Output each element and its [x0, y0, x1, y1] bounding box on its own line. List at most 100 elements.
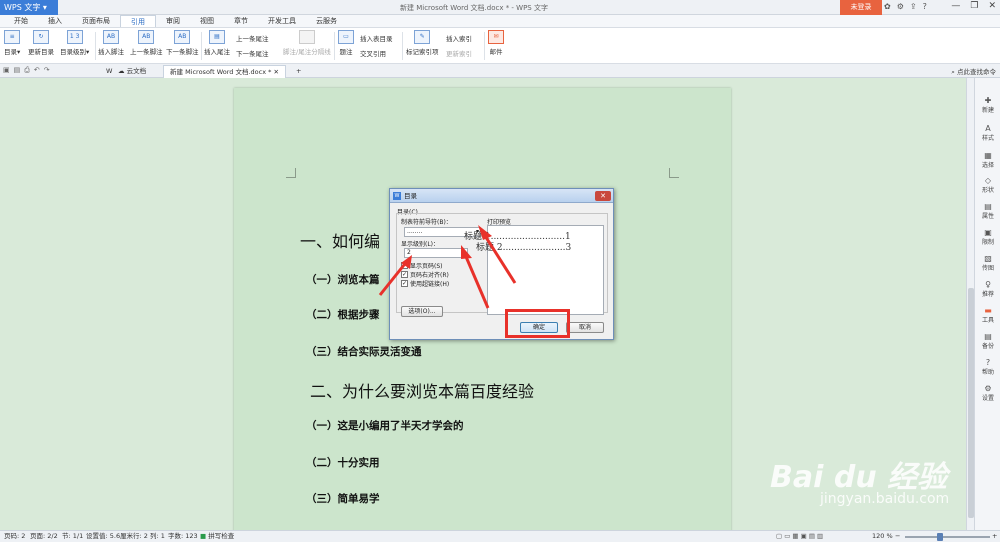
watermark-url: jingyan.baidu.com: [820, 491, 950, 507]
find-command-box[interactable]: ⌕ 点此查找命令: [951, 66, 996, 77]
heading-2: （三）简单易学: [306, 493, 380, 505]
mail-icon: ✉: [488, 30, 504, 44]
caption-button[interactable]: ▭ 题注: [338, 30, 354, 56]
tab-references[interactable]: 引用: [120, 15, 156, 27]
separator-button[interactable]: 脚注/尾注分隔线: [283, 30, 331, 56]
share-icon[interactable]: ⇪: [910, 2, 917, 11]
preview-line-2: 标题 2......................3: [476, 243, 572, 253]
page-corner-mark: [286, 168, 296, 178]
gear-icon: ⚙: [984, 384, 992, 393]
tab-review[interactable]: 审阅: [156, 15, 190, 27]
toc-button[interactable]: ≡ 目录▾: [4, 30, 20, 56]
sidebar-item-tools[interactable]: ▬ 工具: [975, 306, 1000, 324]
mail-button[interactable]: ✉ 邮件: [488, 30, 504, 56]
zoom-slider[interactable]: [905, 536, 990, 538]
minimize-icon[interactable]: —: [951, 1, 960, 11]
heading-2: （一）浏览本篇: [306, 274, 380, 286]
leader-label: 制表符前导符(B)：: [401, 219, 452, 226]
update-index-button[interactable]: 更新索引: [446, 48, 472, 58]
dialog-close-button[interactable]: ✕: [595, 191, 611, 201]
help-icon[interactable]: ?: [923, 2, 927, 11]
zoom-out-icon[interactable]: −: [895, 531, 900, 542]
cancel-button[interactable]: 取消: [566, 322, 604, 333]
spinner-icon: ⇕: [460, 249, 466, 256]
prev-footnote-button[interactable]: AB 上一条脚注: [130, 30, 163, 56]
hyperlink-checkbox[interactable]: ✓ 使用超链接(H): [401, 279, 449, 288]
mark-index-button[interactable]: ✎ 标记索引项: [406, 30, 439, 56]
toc-dialog: W 目录 ✕ 目录(C) 制表符前导符(B)： ........ ▾ 打印预览 标…: [389, 188, 614, 340]
new-tab-button[interactable]: +: [290, 65, 307, 78]
sidebar-item-new[interactable]: ✚ 新建: [975, 96, 1000, 114]
document-tab-bar: ▣ ▤ ⎙ ↶ ↷ W ☁ 云文档 新建 Microsoft Word 文档.d…: [0, 64, 1000, 78]
insert-index-button[interactable]: 插入索引: [446, 33, 472, 43]
maximize-icon[interactable]: ❐: [970, 1, 978, 11]
redo-icon[interactable]: ↷: [44, 66, 50, 75]
show-page-checkbox[interactable]: ✓ 显示页码(S): [401, 261, 443, 270]
title-toolbar-icons: ✿ ⚙ ⇪ ?: [884, 2, 927, 11]
status-section: 节: 1/1: [62, 532, 84, 540]
zoom-in-icon[interactable]: +: [992, 531, 997, 542]
sidebar-item-shapes[interactable]: ◇ 形状: [975, 176, 1000, 194]
ribbon-divider: [95, 32, 96, 60]
status-setting: 设置值: 5.6厘米: [86, 532, 134, 540]
zoom-slider-handle[interactable]: [937, 533, 943, 541]
toc-icon: ≡: [4, 30, 21, 44]
tab-cloud-docs[interactable]: ☁ 云文档: [112, 65, 152, 78]
right-align-checkbox[interactable]: ✓ 页码右对齐(R): [401, 270, 449, 279]
login-button[interactable]: 未登录: [840, 0, 882, 15]
update-toc-button[interactable]: ↻ 更新目录: [28, 30, 54, 56]
dialog-title-bar[interactable]: W 目录 ✕: [390, 189, 613, 203]
level-stepper[interactable]: 2 ⇕: [404, 248, 468, 258]
tab-section[interactable]: 章节: [224, 15, 258, 27]
tab-page-layout[interactable]: 页面布局: [72, 15, 120, 27]
next-footnote-button[interactable]: AB 下一条脚注: [166, 30, 199, 56]
options-button[interactable]: 选项(O)...: [401, 306, 443, 317]
mark-index-icon: ✎: [414, 30, 431, 44]
insert-endnote-button[interactable]: ▤ 插入尾注: [204, 30, 230, 56]
toc-level-icon: 1 3: [66, 30, 83, 44]
help-circle-icon: ?: [985, 358, 991, 367]
sidebar-item-properties[interactable]: ▤ 属性: [975, 202, 1000, 220]
insert-footnote-button[interactable]: AB 插入脚注: [98, 30, 124, 56]
sidebar-item-transfer[interactable]: ▧ 传图: [975, 254, 1000, 272]
toc-level-button[interactable]: 1 3 目录级别▾: [60, 30, 89, 56]
heading-2: （二）根据步骤: [306, 309, 380, 321]
next-footnote-icon: AB: [174, 30, 191, 44]
tab-view[interactable]: 视图: [190, 15, 224, 27]
spell-check-toggle[interactable]: ■ 拼写检查: [200, 531, 234, 542]
undo-icon[interactable]: ↶: [34, 66, 40, 75]
title-bar: WPS 文字 ▾ 新建 Microsoft Word 文档.docx * - W…: [0, 0, 1000, 15]
ribbon-divider: [334, 32, 335, 60]
heading-2: （二）十分实用: [306, 457, 380, 469]
tab-developer[interactable]: 开发工具: [258, 15, 306, 27]
tab-home[interactable]: 开始: [4, 15, 38, 27]
tab-current-document[interactable]: 新建 Microsoft Word 文档.docx * ✕: [163, 65, 286, 78]
skin-icon[interactable]: ✿: [884, 2, 891, 11]
wps-app-menu-button[interactable]: WPS 文字 ▾: [0, 0, 58, 15]
sidebar-item-recommend[interactable]: ♀ 推荐: [975, 280, 1000, 298]
sidebar-item-backup[interactable]: ▤ 备份: [975, 332, 1000, 350]
insert-toc-table-button[interactable]: 插入表目录: [360, 33, 393, 43]
sidebar-item-restrict[interactable]: ▣ 限制: [975, 228, 1000, 246]
sidebar-item-styles[interactable]: A 样式: [975, 124, 1000, 142]
next-endnote-button[interactable]: 下一条尾注: [236, 48, 269, 58]
vertical-scrollbar[interactable]: [966, 78, 974, 530]
print-icon[interactable]: ⎙: [24, 66, 30, 75]
ribbon-divider: [201, 32, 202, 60]
close-icon[interactable]: ✕: [988, 1, 996, 11]
prev-endnote-button[interactable]: 上一条尾注: [236, 33, 269, 43]
sidebar-item-select[interactable]: ▦ 选择: [975, 151, 1000, 169]
zoom-level[interactable]: 120 %: [872, 531, 893, 542]
cross-reference-button[interactable]: 交叉引用: [360, 48, 386, 58]
open-icon[interactable]: ▣: [3, 66, 10, 75]
save-icon[interactable]: ▤: [14, 66, 21, 75]
sidebar-item-settings[interactable]: ⚙ 设置: [975, 384, 1000, 402]
update-toc-icon: ↻: [33, 30, 49, 44]
status-word-count[interactable]: 字数: 123: [168, 531, 198, 542]
settings-icon[interactable]: ⚙: [897, 2, 904, 11]
sidebar-item-help[interactable]: ? 帮助: [975, 358, 1000, 376]
tab-cloud-service[interactable]: 云服务: [306, 15, 347, 27]
view-mode-icons[interactable]: ▢ ▭ ▦ ▣ ▤ ▥: [776, 531, 823, 542]
styles-icon: A: [985, 124, 991, 133]
tab-insert[interactable]: 插入: [38, 15, 72, 27]
